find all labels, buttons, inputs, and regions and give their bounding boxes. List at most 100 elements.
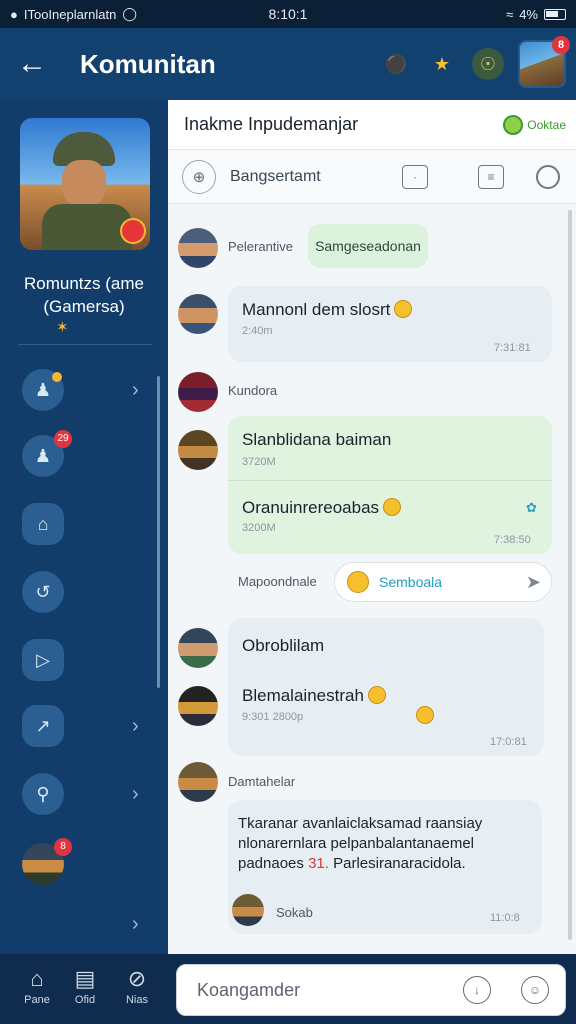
sidebar-scrollbar[interactable]: [157, 376, 160, 688]
bubble-divider: [228, 480, 552, 481]
message-input-placeholder: Koangamder: [197, 979, 301, 1000]
status-time: 8:10:1: [268, 6, 308, 22]
message-text: Slanblidana baiman: [242, 430, 392, 449]
chart-icon: ↗: [22, 705, 64, 747]
nav-files-label: Ofid: [74, 994, 96, 1006]
emoji-icon: [367, 686, 386, 704]
toolbar-label: Bangsertamt: [230, 167, 321, 185]
user-avatar[interactable]: [178, 430, 218, 470]
star-icon: ✶: [56, 319, 69, 336]
bottom-bar: ⌂ Pane ▤ Ofid ⊘ Nias Koangamder ↓ ☺: [0, 954, 576, 1024]
sidebar-item-stats[interactable]: ↗ ›: [0, 698, 160, 754]
emoji-picker-icon[interactable]: ☺: [521, 976, 549, 1004]
message-time: 3200M: [242, 522, 276, 534]
message-timestamp: 7:38:50: [494, 534, 531, 546]
user-avatar[interactable]: [178, 628, 218, 668]
long-message-text: Tkaranar avanlaiclaksamad raansiay nlona…: [238, 815, 483, 872]
wifi-icon: ≈: [506, 6, 514, 22]
nav-files[interactable]: ▤ Ofid: [60, 964, 110, 1006]
reaction-icon[interactable]: ✿: [526, 500, 537, 516]
game-badge-icon: [120, 218, 146, 244]
emoji-icon: [394, 300, 413, 318]
calendar-icon[interactable]: ·: [402, 164, 428, 189]
message-time: 9:301 2800p: [242, 711, 304, 723]
media-icon: ▷: [22, 639, 64, 681]
reply-box[interactable]: Semboala ➤: [334, 562, 552, 602]
user-avatar[interactable]: [178, 762, 218, 802]
bomb-icon[interactable]: ⚫: [380, 48, 412, 80]
image-icon[interactable]: ≡: [478, 164, 504, 189]
sidebar-item-history[interactable]: ↺: [0, 564, 160, 620]
add-icon[interactable]: [536, 164, 560, 189]
sidebar-item-friends[interactable]: ♟ 29: [0, 428, 160, 484]
message-timestamp: 11:0:8: [490, 912, 520, 924]
sidebar-item-location[interactable]: ⚲ ›: [0, 766, 160, 822]
username: Kundora: [228, 383, 278, 398]
sidebar-item-home[interactable]: ⌂: [0, 496, 160, 552]
user-avatar[interactable]: [178, 372, 218, 412]
nav-explore-label: Nias: [125, 994, 148, 1006]
soldier-face-shape: [62, 160, 106, 206]
medal-icon[interactable]: ☉: [472, 48, 504, 80]
sidebar-item-more[interactable]: ›: [0, 896, 160, 952]
user-avatar[interactable]: [178, 228, 218, 268]
chevron-right-icon: ›: [132, 378, 139, 401]
member-badge: 8: [54, 838, 72, 856]
status-bar: ● ITooIneplarnlatn ◯ 8:10:1 ≈ 4%: [0, 0, 576, 28]
profile-notification-badge: 8: [552, 36, 570, 54]
username: Mapoondnale: [238, 574, 317, 589]
emoji-icon: [416, 706, 434, 724]
message-pill[interactable]: Samgeseadonan: [308, 224, 428, 268]
chevron-right-icon: ›: [132, 912, 139, 935]
chat-scrollbar[interactable]: [568, 210, 572, 940]
sidebar-item-media[interactable]: ▷: [0, 632, 160, 688]
chat-toolbar: ⊕ Bangsertamt · ≡: [168, 150, 576, 204]
status-app-text: ITooIneplarnlatn: [23, 6, 117, 22]
user-avatar[interactable]: [178, 294, 218, 334]
message-timestamp: 7:31:81: [494, 342, 531, 354]
chevron-right-icon: ›: [132, 782, 139, 805]
back-arrow-icon[interactable]: ←: [0, 28, 64, 100]
game-name-line2: (Gamersa): [43, 297, 125, 316]
document-icon: ▤: [74, 966, 96, 991]
trophy-icon[interactable]: ★: [426, 48, 458, 80]
battery-icon: [544, 8, 566, 20]
search-icon[interactable]: ⊕: [182, 159, 216, 194]
online-status[interactable]: Ooktae: [503, 114, 566, 135]
nav-explore[interactable]: ⊘ Nias: [112, 964, 162, 1006]
history-icon: ↺: [22, 571, 64, 613]
send-arrow-icon[interactable]: ➤: [526, 572, 541, 593]
message-input[interactable]: Koangamder ↓ ☺: [176, 964, 566, 1016]
sidebar-divider: [18, 344, 152, 345]
message-text: Oranuinrereoabas: [242, 498, 402, 518]
status-dot: [52, 372, 62, 382]
message-time: 3720M: [242, 456, 276, 468]
smile-icon: [347, 571, 369, 593]
chat-header: Inakme Inpudemanjar Ooktae: [168, 100, 576, 150]
sidebar-item-member[interactable]: 8: [0, 836, 160, 892]
shield-icon: [503, 114, 524, 135]
nav-home[interactable]: ⌂ Pane: [12, 964, 62, 1006]
online-label: Ooktae: [527, 117, 566, 132]
username: Damtahelar: [228, 774, 296, 789]
message-text: Obroblilam: [242, 636, 325, 655]
home-icon: ⌂: [22, 503, 64, 545]
sender-name: Sokab: [276, 905, 313, 920]
page-title: Komunitan: [80, 48, 216, 79]
app-header: ← Komunitan ⚫ ★ ☉ 8: [0, 28, 576, 100]
microphone-icon[interactable]: ↓: [463, 976, 491, 1004]
emoji-icon: [383, 498, 402, 516]
sidebar-item-profile[interactable]: ♟ ›: [0, 362, 160, 418]
game-cover-image[interactable]: [20, 118, 150, 250]
profile-avatar[interactable]: 8: [518, 36, 570, 88]
compass-icon: ⊘: [127, 966, 147, 991]
sidebar: Romuntzs (ame (Gamersa) ✶ ♟ › ♟ 29 ⌂ ↺ ▷…: [0, 100, 168, 954]
message-timestamp: 17:0:81: [490, 736, 527, 748]
chevron-right-icon: ›: [132, 714, 139, 737]
chat-panel: Inakme Inpudemanjar Ooktae ⊕ Bangsertamt…: [168, 100, 576, 954]
notification-icon: ●: [10, 6, 18, 22]
location-icon: ⚲: [22, 773, 64, 815]
sender-avatar[interactable]: [232, 894, 264, 926]
soldier-body-shape: [42, 204, 132, 250]
user-avatar[interactable]: [178, 686, 218, 726]
